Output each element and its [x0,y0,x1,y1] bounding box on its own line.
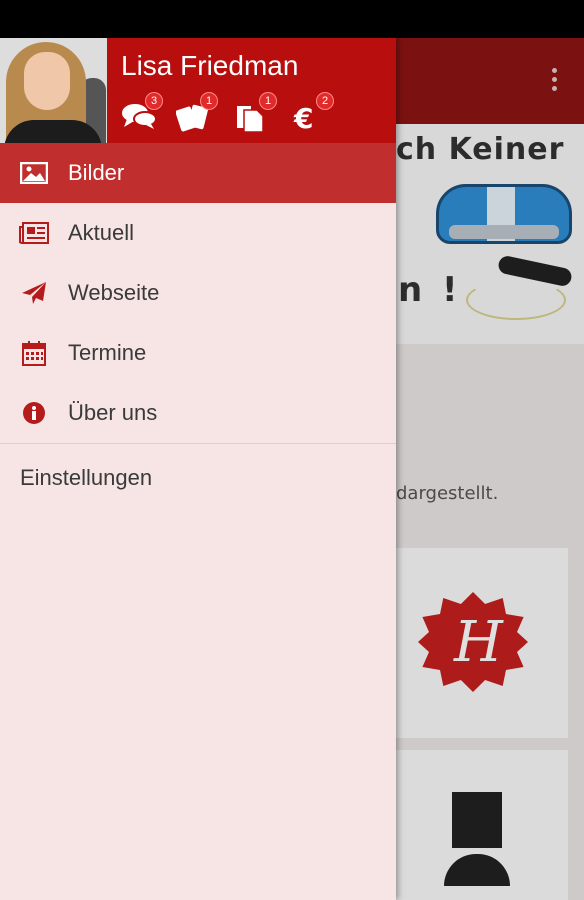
menu-item-label: Bilder [68,160,125,185]
tickets-badge: 1 [200,92,218,110]
paper-plane-icon [0,281,68,305]
menu-item-label: Webseite [68,280,160,305]
euro-badge: 2 [316,92,334,110]
chat-badge: 3 [145,92,163,110]
image-icon [0,162,68,184]
menu-item-ueber-uns[interactable]: Über uns [0,383,396,443]
status-bar [0,0,584,38]
calendar-icon [0,340,68,366]
menu-item-webseite[interactable]: Webseite [0,263,396,323]
user-name: Lisa Friedman [121,50,299,81]
euro-icon[interactable]: € 2 [292,92,334,132]
menu-item-aktuell[interactable]: Aktuell [0,203,396,263]
drawer-menu: Bilder Aktuell Webseite Termine Über uns [0,143,396,512]
menu-item-termine[interactable]: Termine [0,323,396,383]
newspaper-icon [0,222,68,244]
menu-item-label: Termine [68,340,147,365]
navigation-drawer: Lisa Friedman 3 1 1 € 2 Bilder Aktuell W… [0,38,396,900]
drawer-header: Lisa Friedman 3 1 1 € 2 [0,38,396,143]
documents-icon[interactable]: 1 [235,92,277,132]
menu-item-label: Aktuell [68,220,135,245]
menu-item-label: Über uns [68,400,158,425]
tickets-icon[interactable]: 1 [176,92,218,132]
settings-item[interactable]: Einstellungen [0,444,396,512]
menu-item-bilder[interactable]: Bilder [0,143,396,203]
svg-text:€: € [293,102,313,132]
avatar[interactable] [0,38,107,143]
documents-badge: 1 [259,92,277,110]
chat-bubbles-icon[interactable]: 3 [121,92,163,130]
info-icon [0,401,68,425]
